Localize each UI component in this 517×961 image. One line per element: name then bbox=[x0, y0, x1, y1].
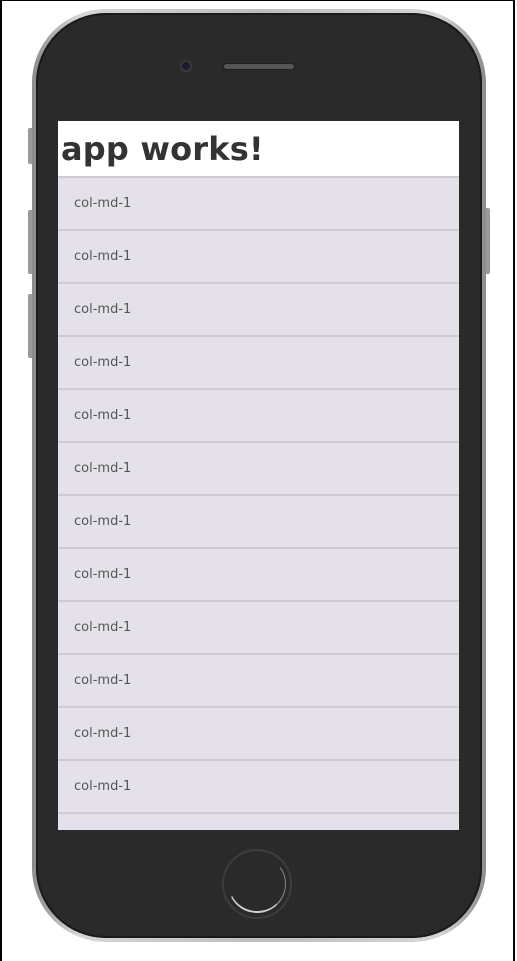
grid-cell: col-md-1 bbox=[58, 229, 459, 282]
grid-cell: col-md-1 bbox=[58, 600, 459, 653]
grid-cell: col-md-1 bbox=[58, 812, 459, 830]
phone-screen: app works! col-md-1 col-md-1 col-md-1 co… bbox=[58, 121, 459, 830]
grid-cell: col-md-1 bbox=[58, 653, 459, 706]
grid-cell: col-md-1 bbox=[58, 335, 459, 388]
grid-cell: col-md-1 bbox=[58, 282, 459, 335]
speaker-icon bbox=[224, 64, 294, 69]
page-title: app works! bbox=[61, 130, 264, 168]
home-button-icon[interactable] bbox=[222, 849, 292, 919]
camera-icon bbox=[182, 62, 190, 70]
grid-cell: col-md-1 bbox=[58, 547, 459, 600]
grid-cell: col-md-1 bbox=[58, 441, 459, 494]
column-grid: col-md-1 col-md-1 col-md-1 col-md-1 col-… bbox=[58, 176, 459, 830]
grid-cell: col-md-1 bbox=[58, 706, 459, 759]
grid-cell: col-md-1 bbox=[58, 388, 459, 441]
grid-cell: col-md-1 bbox=[58, 759, 459, 812]
grid-cell: col-md-1 bbox=[58, 494, 459, 547]
grid-cell: col-md-1 bbox=[58, 176, 459, 229]
home-button-shine bbox=[223, 850, 291, 918]
